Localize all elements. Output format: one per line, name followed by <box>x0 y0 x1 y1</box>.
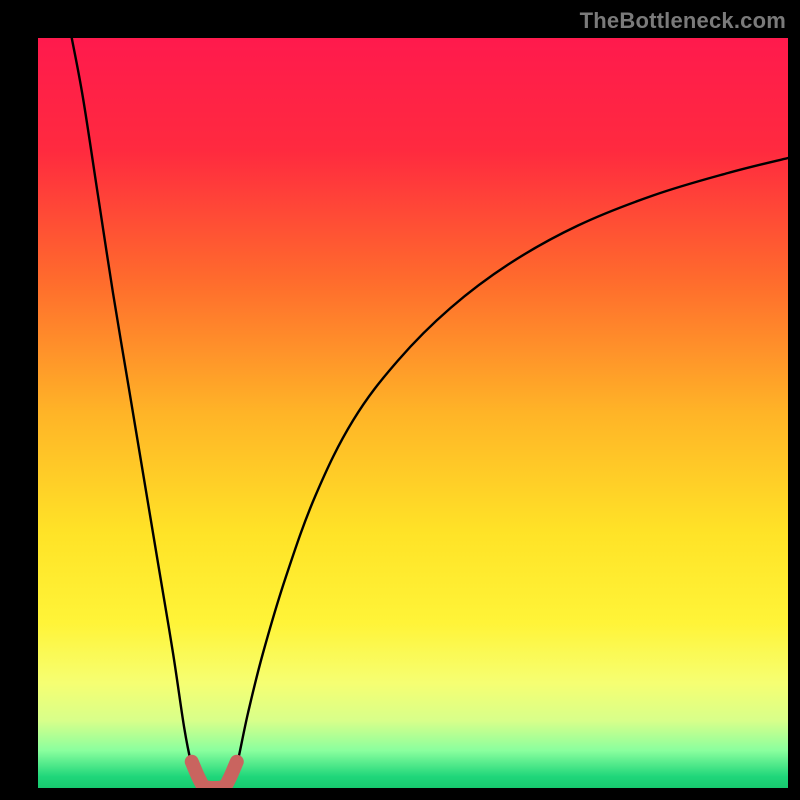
attribution-watermark: TheBottleneck.com <box>580 8 786 34</box>
chart-frame: TheBottleneck.com <box>0 0 800 800</box>
chart-svg <box>38 38 788 788</box>
gradient-background <box>38 38 788 788</box>
plot-area <box>38 38 788 788</box>
